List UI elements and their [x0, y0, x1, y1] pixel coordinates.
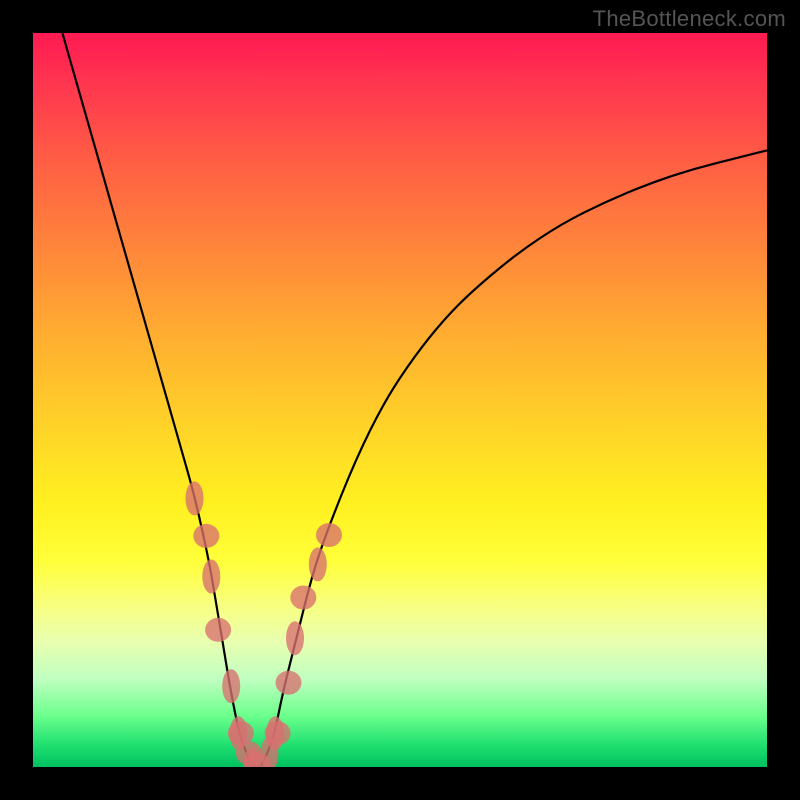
highlight-blob: [290, 586, 316, 610]
highlight-blob: [193, 524, 219, 548]
plot-area: [33, 33, 767, 767]
bottleneck-curve: [62, 33, 767, 767]
highlight-blob: [202, 560, 220, 594]
outer-frame: TheBottleneck.com: [0, 0, 800, 800]
highlight-blob: [286, 621, 304, 655]
highlight-blobs: [186, 481, 343, 767]
highlight-blob: [309, 547, 327, 581]
highlight-blob: [276, 671, 302, 695]
highlight-blob: [222, 669, 240, 703]
highlight-blob: [266, 716, 284, 750]
curve-layer: [33, 33, 767, 767]
highlight-blob: [186, 481, 204, 515]
highlight-blob: [316, 523, 342, 547]
watermark-text: TheBottleneck.com: [593, 6, 786, 32]
highlight-blob: [205, 618, 231, 642]
